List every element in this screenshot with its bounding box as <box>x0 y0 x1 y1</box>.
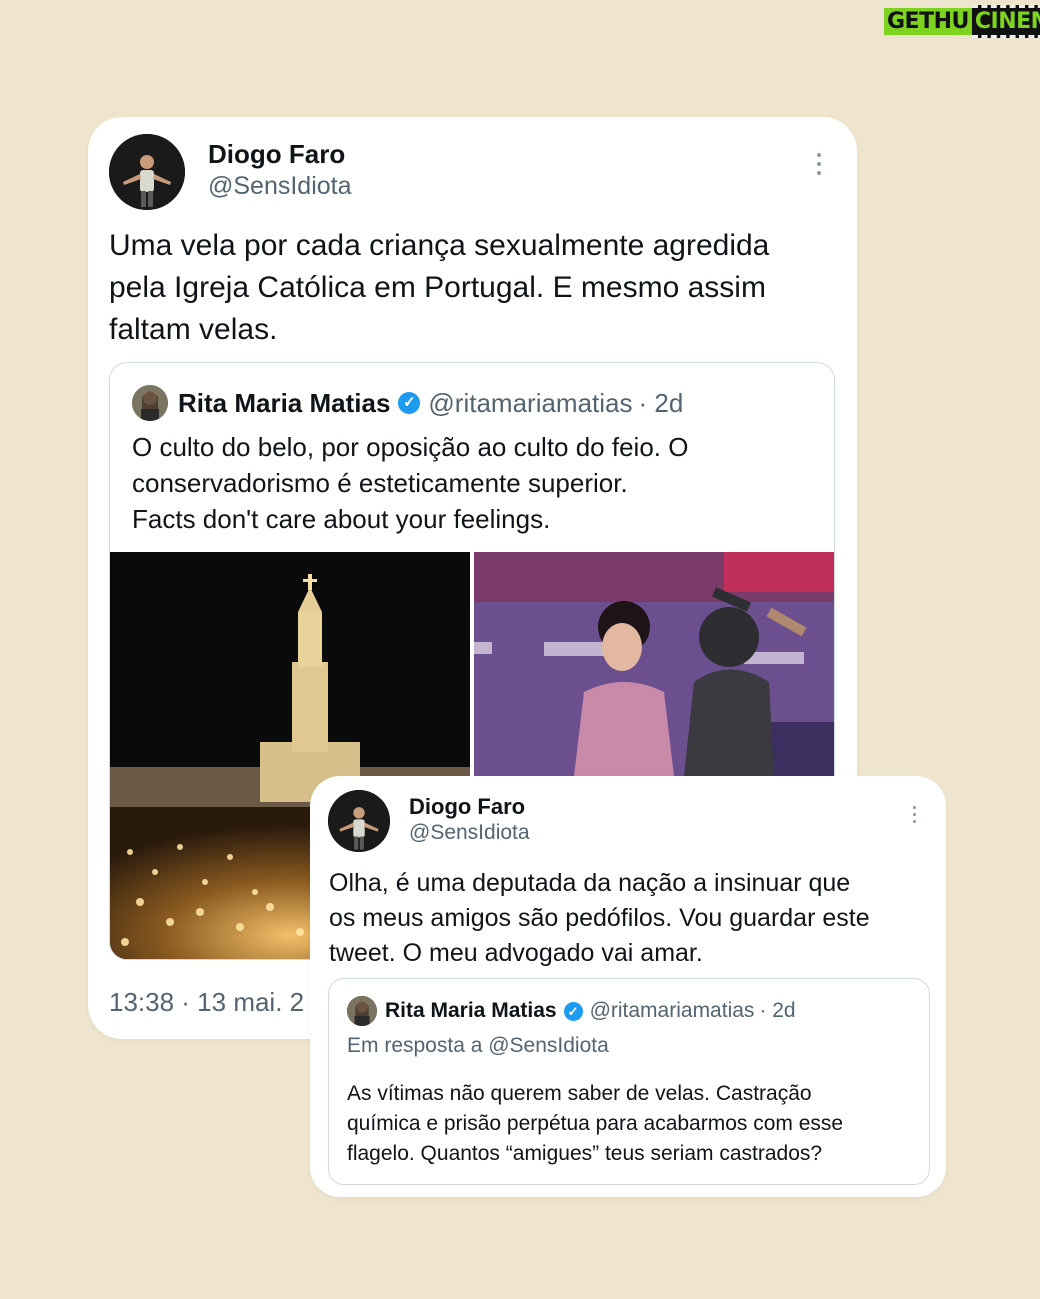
quoted-author-handle[interactable]: @ritamariamatias <box>428 388 632 419</box>
quoted-age: · 2d <box>759 999 796 1022</box>
quoted-text-line: conservadorismo é esteticamente superior… <box>132 468 628 498</box>
quoted-tweet-header: Rita Maria Matias ✓ @ritamariamatias · 2… <box>132 383 683 423</box>
quoted-avatar[interactable] <box>132 385 168 421</box>
more-options-icon[interactable] <box>913 806 916 823</box>
more-options-icon[interactable] <box>817 153 821 175</box>
verified-badge-icon: ✓ <box>563 1001 583 1021</box>
tweet-text-line: os meus amigos são pedófilos. Vou guarda… <box>329 904 870 932</box>
tweet-text-line: Olha, é uma deputada da nação a insinuar… <box>329 869 851 897</box>
watermark-logo: GETHU CINEMA <box>884 4 1040 38</box>
author-name[interactable]: Diogo Faro <box>208 139 345 170</box>
tweet-timestamp[interactable]: 13:38 · 13 mai. 2 <box>109 987 304 1018</box>
quoted-age: · 2d <box>638 387 684 418</box>
author-handle[interactable]: @SensIdiota <box>409 821 530 845</box>
quoted-text-line: Facts don't care about your feelings. <box>132 504 551 534</box>
quoted-text-line: química e prisão perpétua para acabarmos… <box>347 1112 844 1135</box>
author-handle[interactable]: @SensIdiota <box>208 172 352 201</box>
verified-badge-icon: ✓ <box>398 392 421 414</box>
tweet-text-line: tweet. O meu advogado vai amar. <box>329 939 703 967</box>
watermark-part1: GETHU <box>884 7 972 35</box>
avatar[interactable] <box>109 134 185 210</box>
author-name[interactable]: Diogo Faro <box>409 794 525 820</box>
tweet-text: Uma vela por cada criança sexualmente ag… <box>109 225 839 351</box>
reply-to-label[interactable]: Em resposta a @SensIdiota <box>347 1034 609 1058</box>
quoted-text-line: O culto do belo, por oposição ao culto d… <box>132 432 689 462</box>
avatar[interactable] <box>328 790 390 852</box>
quoted-tweet-header: Rita Maria Matias ✓ @ritamariamatias · 2… <box>347 994 796 1028</box>
quoted-text-line: flagelo. Quantos “amigues” teus seriam c… <box>347 1142 823 1165</box>
quoted-author-name[interactable]: Rita Maria Matias <box>385 999 557 1023</box>
tweet-text: Olha, é uma deputada da nação a insinuar… <box>329 866 929 971</box>
quoted-author-handle[interactable]: @ritamariamatias <box>590 999 755 1023</box>
tweet-text-line: faltam velas. <box>109 313 278 346</box>
tweet-text-line: Uma vela por cada criança sexualmente ag… <box>109 229 770 262</box>
quoted-avatar[interactable] <box>347 996 377 1026</box>
quoted-tweet-text: As vítimas não querem saber de velas. Ca… <box>347 1079 843 1169</box>
quoted-tweet-text: O culto do belo, por oposição ao culto d… <box>132 429 688 537</box>
eurovision-photo[interactable] <box>474 552 834 776</box>
quoted-tweet[interactable]: Rita Maria Matias ✓ @ritamariamatias · 2… <box>328 978 930 1185</box>
quoted-text-line: As vítimas não querem saber de velas. Ca… <box>347 1082 812 1105</box>
watermark-part2: CINEMA <box>971 4 1040 38</box>
quoted-author-name[interactable]: Rita Maria Matias <box>178 388 390 419</box>
tweet-text-line: pela Igreja Católica em Portugal. E mesm… <box>109 271 766 304</box>
tweet-card-reply: Diogo Faro @SensIdiota Olha, é uma deput… <box>310 776 946 1197</box>
